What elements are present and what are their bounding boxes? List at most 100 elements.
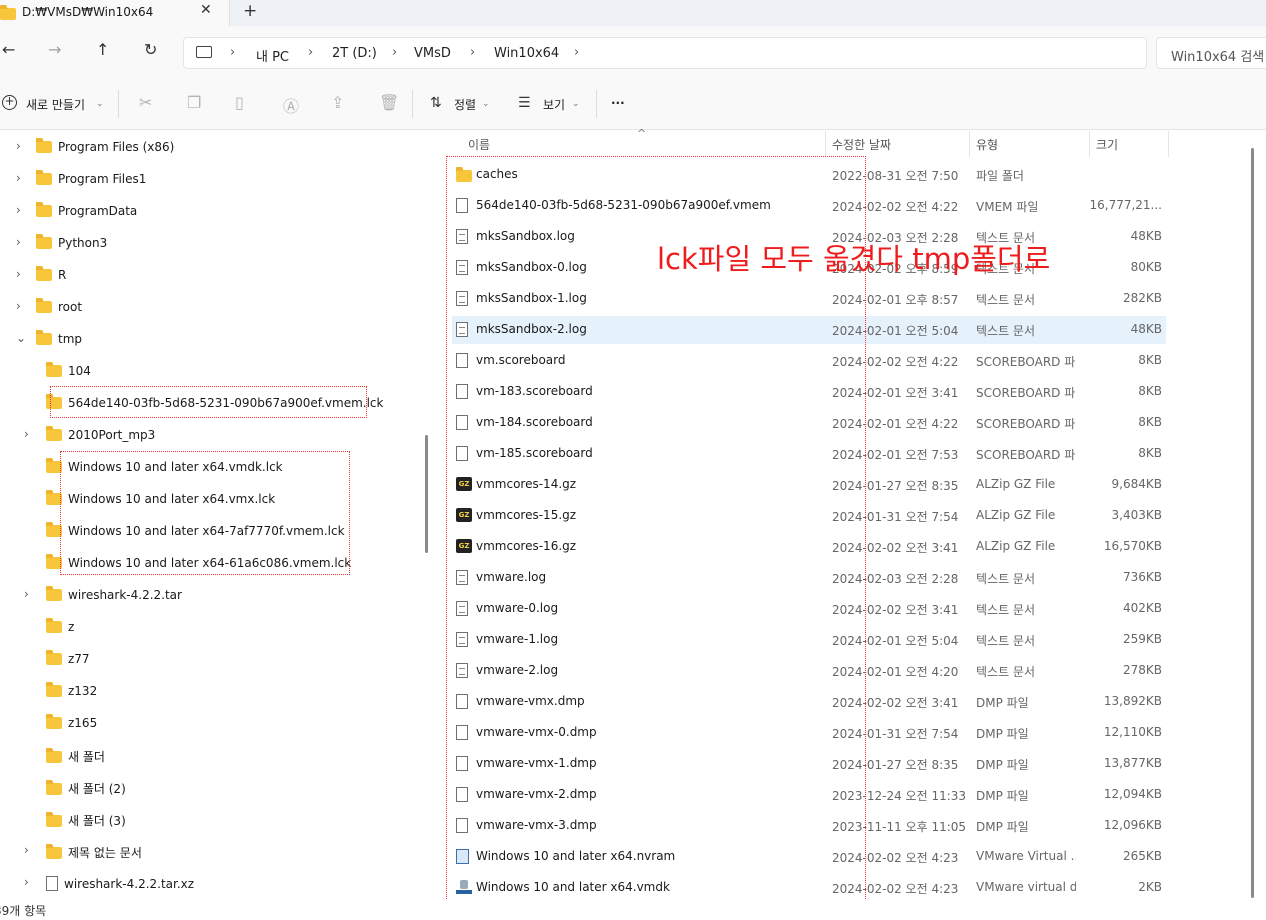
file-size: 259KB [1122, 632, 1162, 646]
sidebar-item[interactable]: 새 폴더 [0, 739, 418, 771]
file-type: ALZip GZ File [976, 539, 1056, 553]
file-size: 265KB [1122, 849, 1162, 863]
column-header-name[interactable]: 이름 [468, 136, 490, 153]
sidebar-item-label: Program Files (x86) [58, 140, 175, 154]
sidebar-item[interactable]: 104 [0, 355, 418, 387]
file-type: VMEM 파일 [976, 200, 1039, 214]
file-size: 80KB [1130, 260, 1162, 274]
delete-icon[interactable]: 🗑 [379, 93, 399, 112]
chevron-right-icon[interactable]: › [16, 171, 21, 185]
chevron-right-icon[interactable]: › [16, 235, 21, 249]
sidebar-item[interactable]: z [0, 611, 418, 643]
breadcrumb-drive[interactable]: 2T (D:) [332, 46, 377, 61]
folder-icon [46, 811, 62, 827]
sidebar-item[interactable]: › wireshark-4.2.2.tar [0, 579, 418, 611]
breadcrumb-vmsd[interactable]: VMsD [414, 46, 451, 61]
column-divider[interactable] [969, 131, 970, 157]
sidebar-item-label: root [58, 300, 83, 314]
sidebar-item-label: z77 [68, 652, 90, 666]
breadcrumb-win10x64[interactable]: Win10x64 [494, 46, 559, 61]
folder-icon [36, 330, 52, 345]
chevron-down-icon[interactable]: ⌄ [16, 331, 26, 345]
sidebar-item[interactable]: › Python3 [0, 227, 418, 259]
chevron-right-icon[interactable]: › [16, 139, 21, 153]
new-button[interactable]: 새로 만들기 [26, 96, 85, 113]
back-button[interactable]: ← [2, 40, 15, 59]
view-button[interactable]: 보기 [543, 96, 565, 113]
sidebar-item[interactable]: › R [0, 259, 418, 291]
highlight-box-vmem-lck [50, 386, 367, 418]
sidebar-item[interactable]: z165 [0, 707, 418, 739]
vertical-scrollbar[interactable] [1251, 148, 1254, 898]
file-type: 파일 폴더 [976, 169, 1024, 183]
file-size: 48KB [1130, 229, 1162, 243]
column-header-size[interactable]: 크기 [1096, 136, 1118, 153]
breadcrumb-separator: › [308, 45, 314, 60]
column-header-modified[interactable]: 수정한 날짜 [832, 136, 891, 153]
file-type: 텍스트 문서 [976, 634, 1036, 648]
copy-icon[interactable]: ❐ [187, 93, 201, 112]
title-bar: D:₩VMsD₩Win10x64 ✕ + [0, 0, 1266, 26]
folder-icon [46, 747, 62, 763]
breadcrumb-my-pc[interactable]: 내 PC [256, 46, 289, 65]
chevron-down-icon: ⌄ [572, 99, 580, 109]
sort-button[interactable]: 정렬 [454, 96, 476, 113]
sidebar-item[interactable]: › Program Files1 [0, 163, 418, 195]
sidebar-item[interactable]: › 2010Port_mp3 [0, 419, 418, 451]
close-tab-button[interactable]: ✕ [200, 2, 212, 18]
sidebar-item[interactable]: › Program Files (x86) [0, 131, 418, 163]
sidebar-item-label: 2010Port_mp3 [68, 428, 156, 442]
up-button[interactable]: ↑ [96, 40, 109, 59]
more-options-button[interactable]: ··· [611, 96, 625, 110]
search-input[interactable]: Win10x64 검색 [1156, 37, 1266, 69]
column-divider[interactable] [1089, 131, 1090, 157]
sidebar-item[interactable]: › ProgramData [0, 195, 418, 227]
column-divider[interactable] [825, 131, 826, 157]
refresh-button[interactable]: ↻ [144, 40, 157, 59]
sidebar-item-label: Program Files1 [58, 172, 147, 186]
chevron-right-icon[interactable]: › [24, 587, 29, 601]
sidebar-item[interactable]: z132 [0, 675, 418, 707]
cut-icon[interactable]: ✂ [139, 93, 152, 112]
chevron-right-icon[interactable]: › [16, 203, 21, 217]
sidebar-item[interactable]: ⌄ tmp [0, 323, 418, 355]
chevron-right-icon[interactable]: › [24, 843, 29, 857]
sidebar-item[interactable]: › wireshark-4.2.2.tar.xz [0, 867, 418, 899]
sidebar-item[interactable]: › root [0, 291, 418, 323]
new-tab-button[interactable]: + [243, 1, 257, 21]
tab-current[interactable]: D:₩VMsD₩Win10x64 ✕ [0, 0, 230, 26]
sidebar-item-label: z165 [68, 716, 98, 730]
plus-circle-icon: + [2, 95, 17, 110]
file-size: 16,777,21... [1089, 198, 1162, 212]
chevron-right-icon[interactable]: › [16, 299, 21, 313]
sidebar-item[interactable]: › 제목 없는 문서 [0, 835, 418, 867]
column-divider[interactable] [1168, 131, 1169, 157]
file-size: 402KB [1122, 601, 1162, 615]
folder-icon [46, 426, 62, 441]
sidebar-item-label: Python3 [58, 236, 108, 250]
file-size: 282KB [1122, 291, 1162, 305]
folder-icon [46, 682, 62, 697]
sidebar-item[interactable]: z77 [0, 643, 418, 675]
forward-button[interactable]: → [48, 40, 61, 59]
sidebar-item[interactable]: 새 폴더 (2) [0, 771, 418, 803]
chevron-right-icon[interactable]: › [24, 427, 29, 441]
breadcrumb-separator: › [230, 45, 236, 60]
sidebar-item-label: 제목 없는 문서 [68, 846, 142, 860]
chevron-right-icon[interactable]: › [24, 875, 29, 889]
address-field[interactable]: › 내 PC › 2T (D:) › VMsD › Win10x64 › [183, 37, 1147, 69]
sort-ascending-caret: ^ [637, 127, 647, 140]
chevron-right-icon[interactable]: › [16, 267, 21, 281]
nav-scrollbar-thumb[interactable] [425, 435, 428, 553]
folder-icon [46, 650, 62, 665]
share-icon[interactable]: ⇪ [331, 93, 344, 112]
sort-icon: ⇅ [430, 95, 442, 111]
file-type: SCOREBOARD 파일 [976, 386, 1076, 400]
sidebar-item-label: 새 폴더 (3) [68, 814, 126, 828]
column-header-type[interactable]: 유형 [976, 136, 998, 153]
rename-icon[interactable]: Ⓐ [283, 93, 299, 117]
sidebar-item[interactable]: 새 폴더 (3) [0, 803, 418, 835]
folder-icon [36, 138, 52, 153]
paste-icon[interactable]: ▯ [235, 93, 244, 112]
folder-icon [46, 362, 62, 377]
